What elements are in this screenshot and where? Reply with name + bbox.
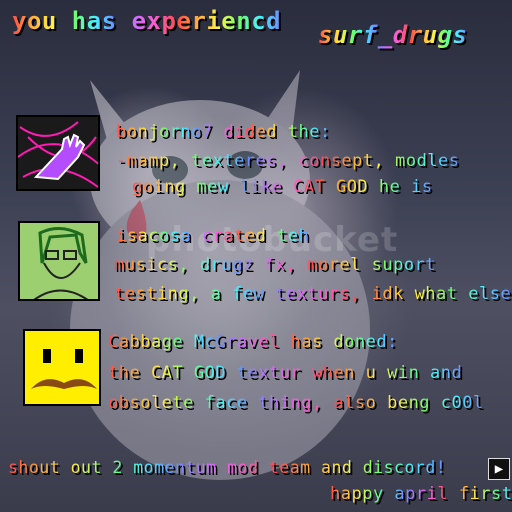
credit-line: -mamp, texteres, consept, modles [116,151,460,171]
avatar-bonjorno7 [16,115,100,191]
credit-line: musics, drugz fx, morel suport [114,255,437,275]
credit-line: testing, a few texturs, idk what else [114,284,512,304]
credit-line: the CAT GOD textur when u win and [108,363,463,383]
brand-text: surf_drugs [318,21,468,49]
title-text: you has experiencd [12,7,282,35]
mustache-face-icon [31,349,97,389]
avatar-isacosa [18,221,100,301]
credits-screen: photobucket you has experiencd surf_drug… [0,0,512,512]
credit-line: going mew like CAT GOD he is [132,177,433,197]
avatar-cabbage-mcgravel [23,329,101,406]
credit-line: obsolete face thing, also beng c00l [108,393,484,413]
credit-line: isacosa crated teh [116,226,310,246]
shoutout-text: shout out 2 momentum mod team and discor… [8,458,447,477]
arrow-right-icon[interactable]: ▶ [488,458,510,480]
credit-line: Cabbage McGravel has doned: [108,332,398,352]
face-icon [33,227,89,299]
hand-icon [18,121,98,188]
credit-line: bonjorno7 dided the: [116,122,331,142]
greeting-text: happy april first! [330,484,512,504]
